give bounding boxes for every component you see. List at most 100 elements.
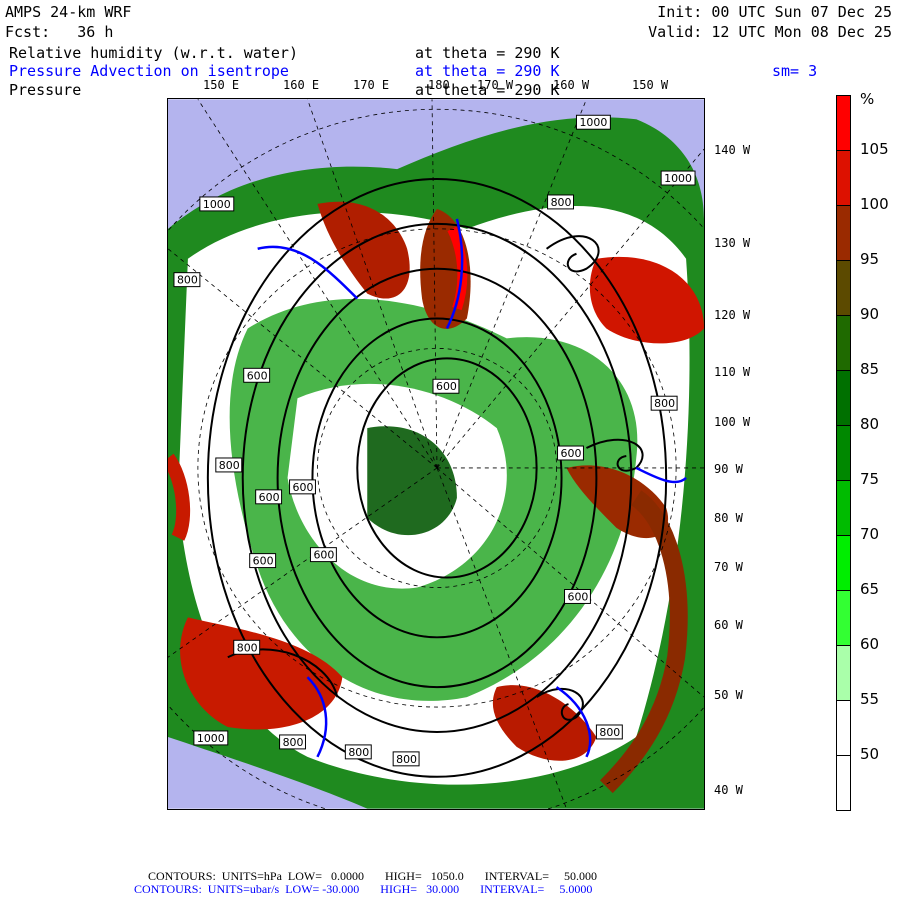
contour-label: 600 bbox=[432, 378, 460, 394]
colorbar-label: 80 bbox=[860, 415, 880, 433]
colorbar-segment bbox=[836, 755, 851, 811]
field-rh-level: at theta = 290 K bbox=[415, 44, 560, 62]
colorbar-segment bbox=[836, 370, 851, 426]
valid-time: Valid: 12 UTC Mon 08 Dec 25 bbox=[648, 23, 892, 41]
svg-text:800: 800 bbox=[654, 397, 675, 410]
contour-label: 600 bbox=[309, 547, 337, 563]
contour-label: 1000 bbox=[575, 114, 611, 130]
field-advection-label: Pressure Advection on isentrope bbox=[9, 62, 289, 80]
colorbar-label: 65 bbox=[860, 580, 880, 598]
contour-label: 1000 bbox=[660, 170, 696, 186]
contour-label: 800 bbox=[344, 744, 372, 760]
footer-advection-contours: CONTOURS: UNITS=ubar/s LOW= -30.000 HIGH… bbox=[134, 882, 593, 896]
contour-label: 600 bbox=[249, 553, 277, 569]
colorbar-segment bbox=[836, 535, 851, 591]
lon-label-right: 90 W bbox=[714, 462, 743, 476]
contour-label: 800 bbox=[215, 457, 243, 473]
field-advection-level: at theta = 290 K bbox=[415, 62, 560, 80]
lon-label-right: 120 W bbox=[714, 308, 751, 322]
contour-label: 800 bbox=[547, 194, 574, 210]
colorbar-segment bbox=[836, 205, 851, 261]
colorbar-label: 70 bbox=[860, 525, 880, 543]
init-time: Init: 00 UTC Sun 07 Dec 25 bbox=[657, 3, 892, 21]
svg-text:600: 600 bbox=[253, 555, 274, 568]
svg-text:1000: 1000 bbox=[664, 172, 692, 185]
model-title: AMPS 24-km WRF bbox=[5, 3, 132, 21]
svg-text:600: 600 bbox=[561, 447, 582, 460]
colorbar-segment bbox=[836, 700, 851, 756]
lon-label-top: 170 W bbox=[477, 78, 514, 92]
contour-label: 600 bbox=[289, 479, 316, 495]
lon-label-top: 170 E bbox=[353, 78, 390, 92]
field-rh-label: Relative humidity (w.r.t. water) bbox=[9, 44, 298, 62]
colorbar-label: 85 bbox=[860, 360, 880, 378]
colorbar-segment bbox=[836, 315, 851, 371]
contour-label: 800 bbox=[650, 395, 678, 411]
svg-text:800: 800 bbox=[348, 746, 369, 759]
contour-label: 800 bbox=[595, 724, 623, 740]
svg-text:800: 800 bbox=[237, 641, 258, 654]
colorbar-label: 95 bbox=[860, 250, 880, 268]
svg-text:800: 800 bbox=[177, 274, 198, 287]
colorbar-segment bbox=[836, 480, 851, 536]
svg-text:600: 600 bbox=[436, 380, 457, 393]
svg-text:600: 600 bbox=[259, 491, 280, 504]
colorbar-label: 55 bbox=[860, 690, 880, 708]
contour-label: 1000 bbox=[199, 196, 235, 212]
forecast-hour: Fcst: 36 h bbox=[5, 23, 114, 41]
svg-text:1000: 1000 bbox=[197, 732, 225, 745]
lon-label-top: 180 bbox=[428, 78, 450, 92]
humidity-field bbox=[168, 117, 704, 809]
weather-map-page: AMPS 24-km WRF Fcst: 36 h Init: 00 UTC S… bbox=[0, 0, 900, 900]
lon-label-right: 50 W bbox=[714, 688, 743, 702]
colorbar-segment bbox=[836, 150, 851, 206]
lon-label-right: 110 W bbox=[714, 365, 751, 379]
svg-text:800: 800 bbox=[283, 736, 304, 749]
contour-label: 600 bbox=[557, 445, 584, 461]
svg-text:800: 800 bbox=[396, 753, 417, 766]
contour-label: 800 bbox=[392, 751, 420, 767]
colorbar-segment bbox=[836, 95, 851, 151]
svg-text:600: 600 bbox=[247, 369, 268, 382]
svg-text:800: 800 bbox=[551, 196, 572, 209]
colorbar-unit: % bbox=[860, 90, 875, 108]
colorbar-label: 105 bbox=[860, 140, 889, 158]
svg-text:1000: 1000 bbox=[579, 116, 607, 129]
colorbar-segment bbox=[836, 260, 851, 316]
svg-text:1000: 1000 bbox=[203, 198, 231, 211]
svg-text:800: 800 bbox=[219, 459, 240, 472]
humidity-map: 1000 800 1000 1000 800 600 600 800 800 6… bbox=[167, 98, 705, 810]
contour-label: 600 bbox=[255, 489, 283, 505]
lon-label-top: 160 W bbox=[553, 78, 590, 92]
lon-label-right: 80 W bbox=[714, 511, 743, 525]
lon-label-right: 60 W bbox=[714, 618, 743, 632]
lon-label-top: 160 E bbox=[283, 78, 320, 92]
colorbar-segment bbox=[836, 590, 851, 646]
colorbar-label: 75 bbox=[860, 470, 880, 488]
svg-text:600: 600 bbox=[568, 590, 589, 603]
lon-label-right: 140 W bbox=[714, 143, 751, 157]
svg-text:800: 800 bbox=[599, 726, 620, 739]
lon-label-right: 130 W bbox=[714, 236, 751, 250]
contour-label: 800 bbox=[173, 272, 201, 288]
colorbar-label: 90 bbox=[860, 305, 880, 323]
contour-label: 1000 bbox=[193, 730, 229, 746]
smoothing-label: sm= 3 bbox=[772, 62, 818, 80]
colorbar-segment bbox=[836, 645, 851, 701]
contour-label: 600 bbox=[564, 588, 591, 604]
contour-label: 800 bbox=[233, 639, 261, 655]
lon-label-top: 150 E bbox=[203, 78, 240, 92]
lon-label-right: 40 W bbox=[714, 783, 743, 797]
lon-label-right: 70 W bbox=[714, 560, 743, 574]
contour-label: 800 bbox=[279, 734, 306, 750]
colorbar-segment bbox=[836, 425, 851, 481]
contour-label: 600 bbox=[243, 367, 271, 383]
svg-text:600: 600 bbox=[293, 481, 314, 494]
lon-label-top: 150 W bbox=[632, 78, 669, 92]
colorbar-label: 50 bbox=[860, 745, 880, 763]
lon-label-right: 100 W bbox=[714, 415, 751, 429]
colorbar-label: 100 bbox=[860, 195, 889, 213]
colorbar-label: 60 bbox=[860, 635, 880, 653]
field-pressure-label: Pressure bbox=[9, 81, 82, 99]
svg-text:600: 600 bbox=[313, 549, 334, 562]
